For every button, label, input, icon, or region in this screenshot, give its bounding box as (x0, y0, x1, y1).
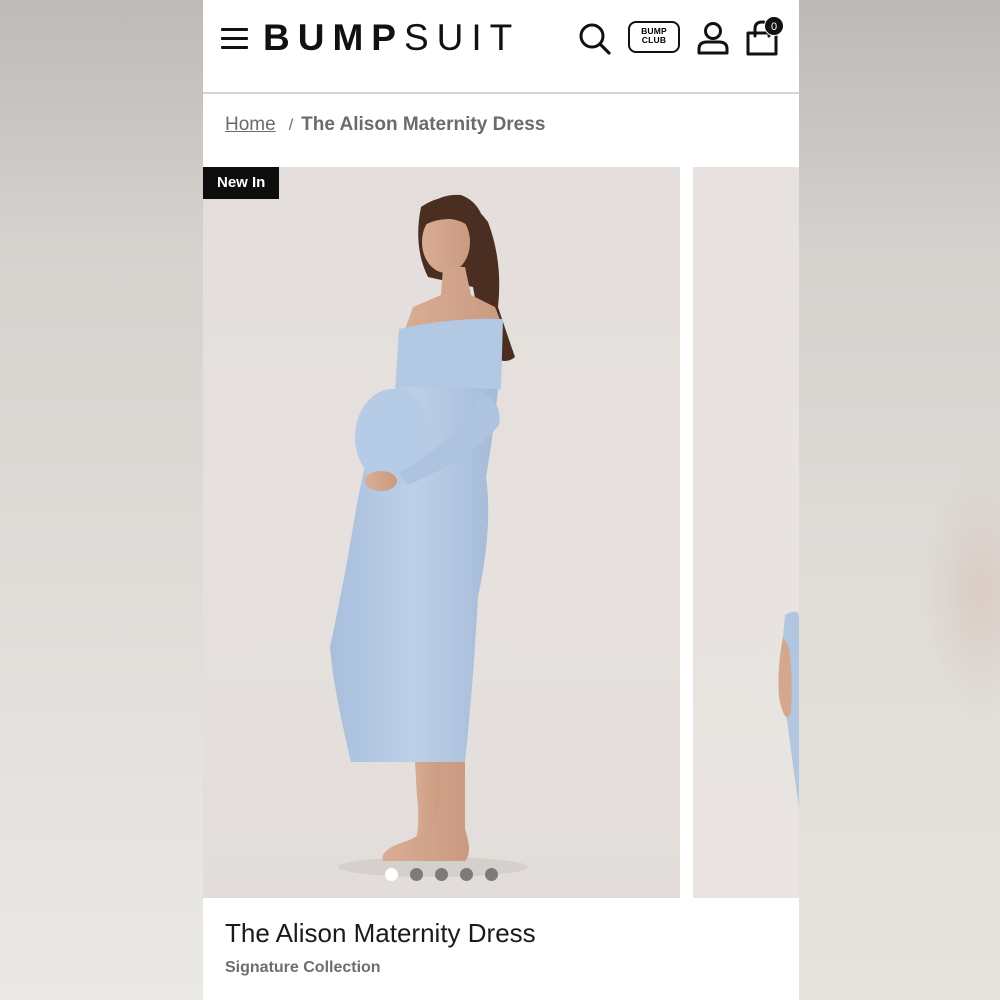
pagination-dot[interactable] (435, 868, 448, 881)
background-blur-right (799, 0, 1000, 1000)
model-photo (330, 194, 528, 877)
mobile-page: BUMPSUIT BUMP CLUB 0 Home / The Alison M… (203, 0, 799, 1000)
product-collection: Signature Collection (225, 959, 381, 976)
logo-light-text: SUIT (403, 17, 521, 58)
bump-club-icon[interactable]: BUMP CLUB (628, 21, 680, 53)
breadcrumb: Home / The Alison Maternity Dress (225, 114, 545, 136)
cart-count-badge: 0 (764, 16, 784, 36)
account-icon[interactable] (695, 20, 731, 56)
pagination-dot[interactable] (410, 868, 423, 881)
logo-bold-text: BUMP (263, 17, 404, 58)
product-title: The Alison Maternity Dress (225, 918, 536, 948)
breadcrumb-home-link[interactable]: Home (225, 114, 276, 135)
product-image-main[interactable]: New In (203, 167, 680, 898)
site-header: BUMPSUIT BUMP CLUB 0 (203, 0, 799, 94)
pagination-dot[interactable] (485, 868, 498, 881)
new-in-badge: New In (203, 167, 280, 199)
breadcrumb-current: The Alison Maternity Dress (301, 114, 546, 135)
search-icon[interactable] (577, 21, 613, 57)
product-image-next[interactable] (693, 167, 799, 898)
image-pagination (203, 868, 680, 886)
breadcrumb-separator: / (288, 117, 294, 134)
site-logo[interactable]: BUMPSUIT (263, 18, 520, 58)
pagination-dot[interactable] (385, 868, 398, 881)
club-label-line2: CLUB (641, 35, 667, 45)
next-photo-preview (778, 611, 799, 807)
cart-icon[interactable]: 0 (743, 16, 784, 58)
background-blur-left (0, 0, 203, 1000)
menu-icon[interactable] (221, 28, 249, 50)
pagination-dot[interactable] (460, 868, 473, 881)
